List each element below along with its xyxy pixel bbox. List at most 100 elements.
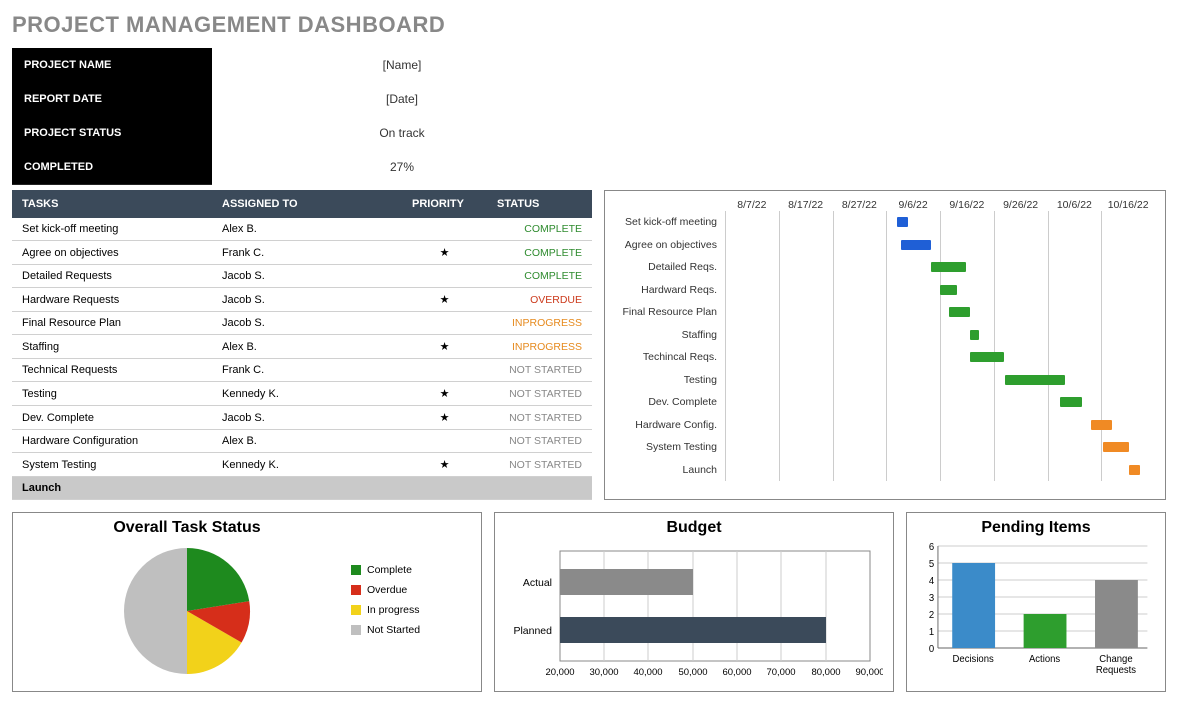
- gantt-label: Agree on objectives: [605, 239, 725, 251]
- label-completed: COMPLETED: [12, 150, 212, 185]
- gantt-chart: 8/7/228/17/228/27/229/6/229/16/229/26/22…: [604, 190, 1166, 500]
- budget-chart-card: Budget Actual Planned 20,000 30,000 40,000…: [494, 512, 894, 692]
- gantt-label: System Testing: [605, 441, 725, 453]
- gantt-row: Dev. Complete: [605, 391, 1155, 414]
- svg-text:6: 6: [929, 542, 934, 553]
- value-completed: 27%: [212, 160, 592, 174]
- svg-text:Actions: Actions: [1029, 654, 1060, 665]
- svg-text:0: 0: [929, 644, 935, 655]
- label-project-name: PROJECT NAME: [12, 48, 212, 83]
- pie-chart: [112, 541, 262, 681]
- svg-text:Requests: Requests: [1096, 665, 1136, 676]
- svg-text:Actual: Actual: [523, 577, 552, 589]
- gantt-row: System Testing: [605, 436, 1155, 459]
- gantt-row: Launch: [605, 459, 1155, 482]
- gantt-label: Set kick-off meeting: [605, 216, 725, 228]
- gantt-date: 9/6/22: [886, 199, 940, 211]
- pending-chart-card: Pending Items 654 3210 Dec: [906, 512, 1166, 692]
- legend-swatch: [351, 565, 361, 575]
- pending-chart: 654 3210 Decisions Actions Change Reques…: [917, 541, 1155, 681]
- gantt-label: Dev. Complete: [605, 396, 725, 408]
- th-assigned: ASSIGNED TO: [212, 190, 402, 218]
- table-row: Hardware RequestsJacob S.★OVERDUE: [12, 288, 592, 312]
- legend-item: Complete: [351, 564, 471, 576]
- legend-swatch: [351, 585, 361, 595]
- budget-title: Budget: [505, 519, 883, 537]
- svg-text:60,000: 60,000: [722, 667, 751, 678]
- gantt-date: 10/16/22: [1101, 199, 1155, 211]
- svg-text:50,000: 50,000: [678, 667, 707, 678]
- gantt-row: Techincal Reqs.: [605, 346, 1155, 369]
- page-title: PROJECT MANAGEMENT DASHBOARD: [12, 12, 1166, 38]
- gantt-bar: [940, 285, 957, 295]
- table-row: Set kick-off meetingAlex B.COMPLETE: [12, 218, 592, 241]
- gantt-label: Techincal Reqs.: [605, 351, 725, 363]
- table-row: Hardware ConfigurationAlex B.NOT STARTED: [12, 430, 592, 453]
- gantt-bar: [1129, 465, 1140, 475]
- gantt-bar: [970, 330, 979, 340]
- svg-text:Planned: Planned: [513, 625, 552, 637]
- gantt-date: 8/27/22: [833, 199, 887, 211]
- gantt-row: Agree on objectives: [605, 234, 1155, 257]
- gantt-row: Testing: [605, 369, 1155, 392]
- legend-swatch: [351, 625, 361, 635]
- gantt-label: Hardware Config.: [605, 419, 725, 431]
- svg-text:Decisions: Decisions: [953, 654, 994, 665]
- gantt-label: Hardward Reqs.: [605, 284, 725, 296]
- pending-title: Pending Items: [917, 519, 1155, 537]
- gantt-date: 8/17/22: [779, 199, 833, 211]
- gantt-label: Launch: [605, 464, 725, 476]
- th-task: TASKS: [12, 190, 212, 218]
- gantt-row: Hardware Config.: [605, 414, 1155, 437]
- svg-text:3: 3: [929, 593, 934, 604]
- th-status: STATUS: [487, 190, 592, 218]
- gantt-date: 8/7/22: [725, 199, 779, 211]
- legend-item: Overdue: [351, 584, 471, 596]
- gantt-date: 9/26/22: [994, 199, 1048, 211]
- table-row: Final Resource PlanJacob S.INPROGRESS: [12, 312, 592, 335]
- gantt-row: Set kick-off meeting: [605, 211, 1155, 234]
- table-row: StaffingAlex B.★INPROGRESS: [12, 335, 592, 359]
- svg-text:1: 1: [929, 627, 934, 638]
- svg-text:40,000: 40,000: [633, 667, 662, 678]
- gantt-bar: [970, 352, 1004, 362]
- svg-text:5: 5: [929, 559, 935, 570]
- legend-item: In progress: [351, 604, 471, 616]
- svg-text:80,000: 80,000: [811, 667, 840, 678]
- gantt-bar: [901, 240, 931, 250]
- table-row: Dev. CompleteJacob S.★NOT STARTED: [12, 406, 592, 430]
- label-project-status: PROJECT STATUS: [12, 116, 212, 151]
- gantt-bar: [1103, 442, 1129, 452]
- svg-text:20,000: 20,000: [545, 667, 574, 678]
- svg-text:2: 2: [929, 610, 934, 621]
- label-report-date: REPORT DATE: [12, 82, 212, 117]
- gantt-bar: [931, 262, 965, 272]
- svg-text:30,000: 30,000: [589, 667, 618, 678]
- legend-item: Not Started: [351, 624, 471, 636]
- table-row: Agree on objectivesFrank C.★COMPLETE: [12, 241, 592, 265]
- th-priority: PRIORITY: [402, 190, 487, 218]
- gantt-bar: [1091, 420, 1113, 430]
- gantt-date: 9/16/22: [940, 199, 994, 211]
- gantt-label: Testing: [605, 374, 725, 386]
- tasks-table: TASKS ASSIGNED TO PRIORITY STATUS Set ki…: [12, 190, 592, 500]
- gantt-bar: [897, 217, 908, 227]
- gantt-date: 10/6/22: [1048, 199, 1102, 211]
- svg-text:4: 4: [929, 576, 935, 587]
- svg-text:90,000: 90,000: [855, 667, 883, 678]
- gantt-label: Detailed Reqs.: [605, 261, 725, 273]
- pie-chart-card: Overall Task Status CompleteOverd: [12, 512, 482, 692]
- gantt-label: Staffing: [605, 329, 725, 341]
- gantt-row: Hardward Reqs.: [605, 279, 1155, 302]
- svg-text:70,000: 70,000: [766, 667, 795, 678]
- value-project-status: On track: [212, 126, 592, 140]
- pie-title: Overall Task Status: [23, 519, 351, 537]
- gantt-row: Final Resource Plan: [605, 301, 1155, 324]
- gantt-bar: [1060, 397, 1082, 407]
- launch-row: Launch: [12, 477, 592, 500]
- table-row: Technical RequestsFrank C.NOT STARTED: [12, 359, 592, 382]
- gantt-bar: [1005, 375, 1065, 385]
- gantt-row: Detailed Reqs.: [605, 256, 1155, 279]
- project-info: PROJECT NAME [Name] REPORT DATE [Date] P…: [12, 48, 592, 184]
- tasks-table-panel: TASKS ASSIGNED TO PRIORITY STATUS Set ki…: [12, 190, 592, 500]
